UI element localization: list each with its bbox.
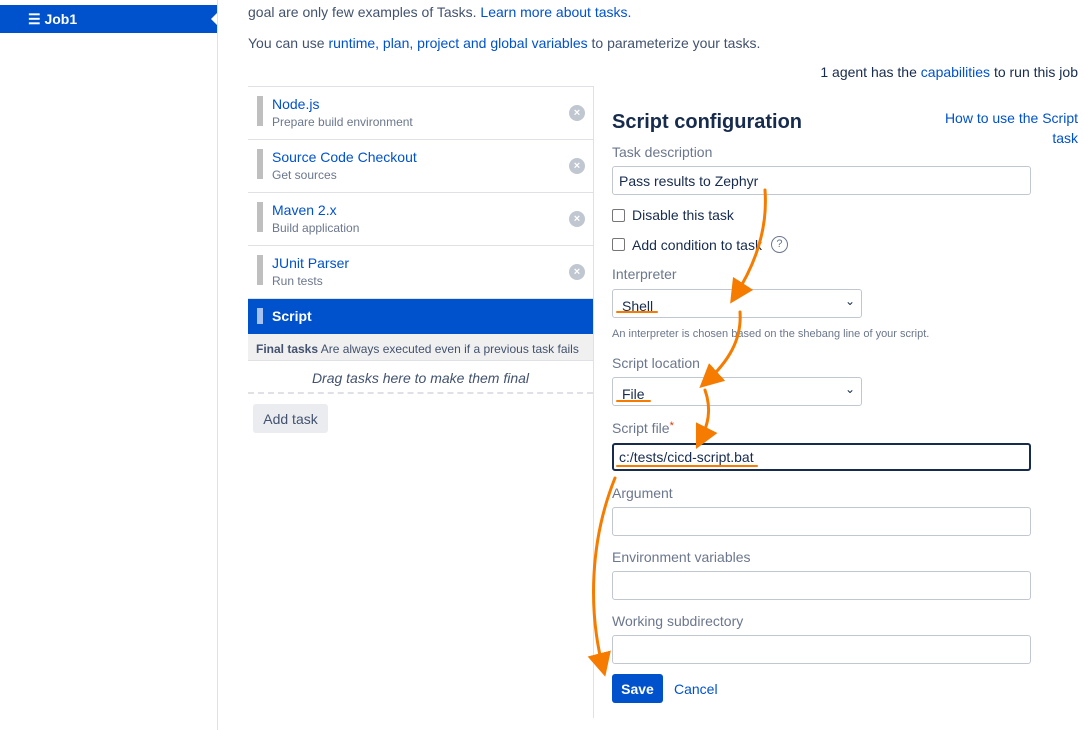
- help-icon[interactable]: ?: [770, 236, 788, 253]
- list-icon: ☰: [28, 11, 45, 27]
- env-label: Environment variables: [612, 549, 751, 565]
- final-tasks-header: Final tasks Are always executed even if …: [248, 334, 593, 361]
- task-description-label: Task description: [612, 144, 713, 160]
- workdir-input[interactable]: [612, 635, 1031, 664]
- workdir-label: Working subdirectory: [612, 613, 744, 629]
- sidebar-item-job1[interactable]: ☰ Job1: [0, 5, 217, 33]
- chevron-down-icon: ⌄: [844, 294, 855, 308]
- checkbox[interactable]: [612, 238, 625, 251]
- condition-checkbox[interactable]: Add condition to task?: [612, 236, 788, 253]
- task-description-input[interactable]: [612, 166, 1031, 195]
- intro-line-1: goal are only few examples of Tasks. Lea…: [248, 4, 632, 20]
- help-link[interactable]: How to use the Script task: [930, 108, 1078, 148]
- chevron-down-icon: ⌄: [844, 382, 855, 396]
- add-task-button[interactable]: Add task: [253, 404, 328, 433]
- sidebar: ☰ Job1: [0, 0, 218, 730]
- drag-handle-icon[interactable]: [257, 308, 263, 324]
- cancel-link[interactable]: Cancel: [674, 681, 718, 697]
- task-item[interactable]: Maven 2.x Build application ×: [248, 193, 593, 246]
- intro-line-2: You can use runtime, plan, project and g…: [248, 35, 761, 51]
- interpreter-select[interactable]: Shell ⌄: [612, 289, 862, 318]
- checkbox-label: Disable this task: [632, 207, 734, 223]
- remove-icon[interactable]: ×: [569, 264, 585, 280]
- remove-icon[interactable]: ×: [569, 158, 585, 174]
- checkbox-label: Add condition to task: [632, 236, 762, 253]
- interpreter-label: Interpreter: [612, 266, 677, 282]
- argument-label: Argument: [612, 485, 673, 501]
- agent-info: 1 agent has the capabilities to run this…: [820, 64, 1078, 80]
- task-item[interactable]: Node.js Prepare build environment ×: [248, 87, 593, 140]
- variables-link[interactable]: runtime, plan, project and global variab…: [328, 35, 587, 51]
- task-item[interactable]: JUnit Parser Run tests ×: [248, 246, 593, 299]
- config-title: Script configuration: [612, 111, 802, 133]
- env-input[interactable]: [612, 571, 1031, 600]
- final-drop-zone[interactable]: Drag tasks here to make them final: [248, 361, 593, 394]
- annotation-arrow: [699, 310, 742, 389]
- script-file-label: Script file*: [612, 420, 674, 436]
- argument-input[interactable]: [612, 507, 1031, 536]
- save-button[interactable]: Save: [612, 674, 663, 703]
- drag-handle-icon[interactable]: [257, 149, 263, 179]
- location-label: Script location: [612, 355, 700, 371]
- drag-handle-icon[interactable]: [257, 202, 263, 232]
- interpreter-hint: An interpreter is chosen based on the sh…: [612, 328, 930, 340]
- remove-icon[interactable]: ×: [569, 211, 585, 227]
- task-item-selected[interactable]: Script: [248, 299, 593, 334]
- remove-icon[interactable]: ×: [569, 105, 585, 121]
- task-item[interactable]: Source Code Checkout Get sources ×: [248, 140, 593, 193]
- location-select[interactable]: File ⌄: [612, 377, 862, 406]
- divider: [593, 86, 594, 718]
- task-list: Node.js Prepare build environment × Source…: [248, 86, 593, 394]
- capabilities-link[interactable]: capabilities: [921, 64, 990, 80]
- drag-handle-icon[interactable]: [257, 96, 263, 126]
- drag-handle-icon[interactable]: [257, 255, 263, 285]
- learn-more-link[interactable]: Learn more about tasks.: [480, 4, 631, 20]
- checkbox[interactable]: [612, 208, 625, 222]
- script-file-input[interactable]: [612, 443, 1031, 471]
- disable-task-checkbox[interactable]: Disable this task: [612, 207, 734, 223]
